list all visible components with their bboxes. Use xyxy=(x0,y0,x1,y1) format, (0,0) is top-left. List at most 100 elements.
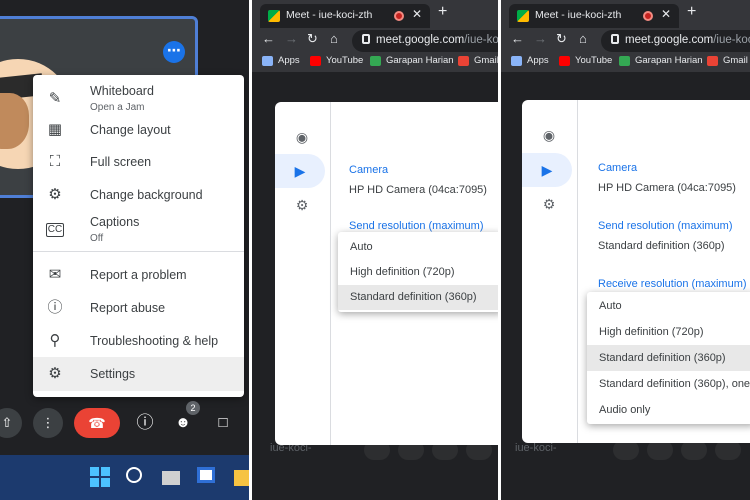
meeting-info-button[interactable]: ⓘ xyxy=(130,408,160,438)
general-settings-icon[interactable]: ⚙ xyxy=(536,191,562,217)
general-settings-icon[interactable]: ⚙ xyxy=(289,192,315,218)
reload-icon[interactable]: ↻ xyxy=(307,31,318,47)
camera-select[interactable]: HP HD Camera (04ca:7095) xyxy=(598,182,736,194)
menu-item-label: Settings xyxy=(90,367,136,381)
search-icon[interactable] xyxy=(126,467,142,483)
new-tab-icon[interactable]: + xyxy=(438,3,447,21)
apps-grid-icon xyxy=(511,55,522,66)
navigation-row: ← → ↻ ⌂ meet.google.com/iue-koci-z xyxy=(252,30,498,52)
control-button-ghost xyxy=(613,440,639,460)
garapan-harian-icon xyxy=(619,55,630,66)
browser-tab[interactable]: Meet - iue-koci-zth ✕ xyxy=(509,4,679,28)
tab-title: Meet - iue-koci-zth xyxy=(286,9,373,21)
send-resolution-heading: Send resolution (maximum) xyxy=(349,220,484,232)
control-button-ghost xyxy=(681,440,707,460)
gmail-icon xyxy=(458,55,469,66)
browser-tab[interactable]: Meet - iue-koci-zth ✕ xyxy=(260,4,430,28)
background-icon: ⚙ xyxy=(48,186,62,203)
navigation-row: ← → ↻ ⌂ meet.google.com/iue-koci-zth xyxy=(501,30,750,52)
settings-receive-resolution-panel: Meet - iue-koci-zth ✕ + ← → ↻ ⌂ meet.goo… xyxy=(501,0,750,500)
new-tab-icon[interactable]: + xyxy=(687,3,696,21)
three-dots-icon[interactable]: ⋯ xyxy=(163,41,185,63)
menu-item-report-problem[interactable]: ✉ Report a problem xyxy=(33,262,244,288)
task-view-icon[interactable] xyxy=(162,471,180,485)
back-icon[interactable]: ← xyxy=(511,31,524,46)
video-settings-icon[interactable]: ▶ xyxy=(522,153,572,187)
resolution-option-selected[interactable]: Standard definition (360p) xyxy=(587,345,750,371)
pen-icon: ✎ xyxy=(48,90,62,107)
resolution-option[interactable]: Standard definition (360p), one v xyxy=(587,372,750,396)
menu-item-label: Change background xyxy=(90,188,203,202)
bookmark-apps[interactable]: Apps xyxy=(511,55,549,66)
back-icon[interactable]: ← xyxy=(262,31,275,46)
browser-chrome: Meet - iue-koci-zth ✕ + ← → ↻ ⌂ meet.goo… xyxy=(501,0,750,72)
menu-item-label: Report a problem xyxy=(90,268,187,282)
bookmark-garapan-harian[interactable]: Garapan Harian xyxy=(619,55,703,66)
meet-call-panel: ⋯ ✎ Whiteboard Open a Jam ▦ Change layou… xyxy=(0,0,249,500)
camera-select[interactable]: HP HD Camera (04ca:7095) xyxy=(349,184,487,196)
forward-icon[interactable]: → xyxy=(285,31,298,46)
bookmark-garapan-harian[interactable]: Garapan Harian xyxy=(370,55,454,66)
apps-grid-icon xyxy=(262,55,273,66)
resolution-option[interactable]: Auto xyxy=(338,236,498,258)
close-tab-icon[interactable]: ✕ xyxy=(412,7,422,21)
menu-item-label: Captions xyxy=(90,215,140,229)
menu-item-label: Report abuse xyxy=(90,301,166,315)
feedback-icon: ✉ xyxy=(48,266,62,283)
captions-icon: CC xyxy=(46,223,64,237)
bookmark-gmail[interactable]: Gmail xyxy=(458,55,498,66)
menu-divider xyxy=(33,251,244,252)
bookmark-apps[interactable]: Apps xyxy=(262,55,300,66)
resolution-option[interactable]: Audio only xyxy=(587,398,750,422)
lock-icon xyxy=(611,34,619,44)
folder-icon[interactable] xyxy=(234,470,249,486)
menu-item-captions[interactable]: CC Captions Off xyxy=(33,211,244,247)
address-bar[interactable]: meet.google.com/iue-koci-z xyxy=(352,30,498,52)
home-icon[interactable]: ⌂ xyxy=(330,31,338,46)
settings-sidebar: ◉ ▶ ⚙ xyxy=(522,100,578,443)
settings-dialog: ◉ ▶ ⚙ Camera HP HD Camera (04ca:7095) Se… xyxy=(522,100,750,443)
menu-item-sublabel: Open a Jam xyxy=(90,102,145,113)
bookmark-youtube[interactable]: YouTube xyxy=(559,55,612,66)
menu-item-troubleshooting[interactable]: ⚲ Troubleshooting & help xyxy=(33,328,244,354)
tab-title: Meet - iue-koci-zth xyxy=(535,9,622,21)
layout-icon: ▦ xyxy=(47,121,63,138)
send-resolution-select[interactable]: Standard definition (360p) xyxy=(598,240,725,252)
menu-item-whiteboard[interactable]: ✎ Whiteboard Open a Jam xyxy=(33,81,244,117)
control-button-ghost xyxy=(647,440,673,460)
video-settings-icon[interactable]: ▶ xyxy=(275,154,325,188)
menu-item-report-abuse[interactable]: ⓘ Report abuse xyxy=(33,295,244,321)
forward-icon[interactable]: → xyxy=(534,31,547,46)
resolution-option[interactable]: High definition (720p) xyxy=(338,260,498,284)
resolution-option[interactable]: Auto xyxy=(587,294,750,318)
address-bar[interactable]: meet.google.com/iue-koci-zth xyxy=(601,30,750,52)
bookmark-gmail[interactable]: Gmail xyxy=(707,55,748,66)
lock-icon xyxy=(362,34,370,44)
more-options-button[interactable]: ⋮ xyxy=(33,408,63,438)
meet-favicon-icon xyxy=(517,10,529,22)
home-icon[interactable]: ⌂ xyxy=(579,31,587,46)
menu-item-full-screen[interactable]: ⛶ Full screen xyxy=(33,149,244,175)
audio-settings-icon[interactable]: ◉ xyxy=(536,122,562,148)
bookmark-youtube[interactable]: YouTube xyxy=(310,55,363,66)
close-tab-icon[interactable]: ✕ xyxy=(661,7,671,21)
meet-background-bar: iue-koci- xyxy=(501,440,750,500)
widgets-icon[interactable] xyxy=(197,467,215,483)
present-screen-button[interactable]: ⇧ xyxy=(0,408,22,438)
browser-chrome: Meet - iue-koci-zth ✕ + ← → ↻ ⌂ meet.goo… xyxy=(252,0,498,72)
reload-icon[interactable]: ↻ xyxy=(556,31,567,47)
chat-button[interactable]: □ xyxy=(208,408,238,438)
settings-sidebar: ◉ ▶ ⚙ xyxy=(275,102,331,445)
windows-start-icon[interactable] xyxy=(90,467,110,487)
youtube-icon xyxy=(310,55,321,66)
resolution-option-selected[interactable]: Standard definition (360p) xyxy=(338,285,498,310)
menu-item-change-layout[interactable]: ▦ Change layout xyxy=(33,117,244,143)
gear-icon: ⚙ xyxy=(48,365,62,382)
resolution-option[interactable]: High definition (720p) xyxy=(587,320,750,344)
bookmarks-bar: Apps YouTube Garapan Harian Gmail xyxy=(501,53,750,71)
end-call-button[interactable]: ☎ xyxy=(74,408,120,438)
menu-item-settings[interactable]: ⚙ Settings xyxy=(33,357,244,391)
menu-item-change-background[interactable]: ⚙ Change background xyxy=(33,182,244,208)
audio-settings-icon[interactable]: ◉ xyxy=(289,124,315,150)
windows-taskbar xyxy=(0,455,249,500)
